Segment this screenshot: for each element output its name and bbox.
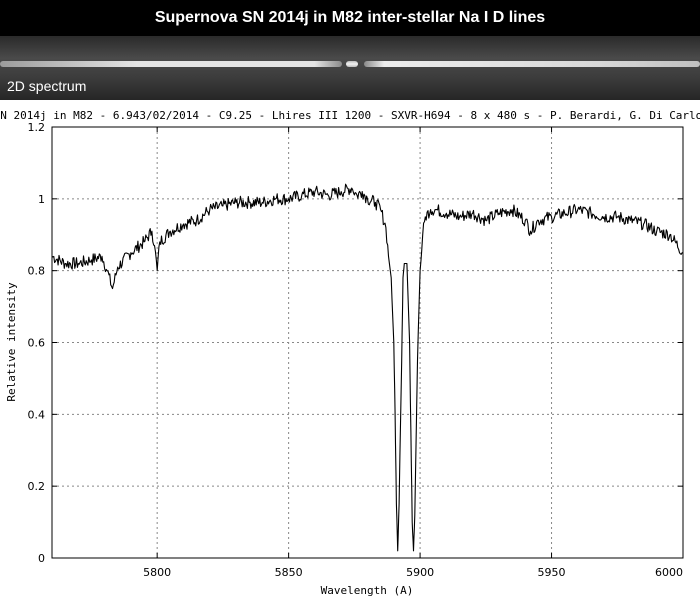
y-tick-label: 0.4: [28, 408, 46, 421]
chart-title: Supernova SN 2014j in M82 inter-stellar …: [0, 0, 700, 36]
spectrum-stripe: [0, 61, 342, 67]
x-tick-label: 5900: [406, 566, 434, 579]
y-tick-label: 0.2: [28, 480, 46, 493]
x-tick-label: 5800: [143, 566, 171, 579]
spectrum-chart: SN 2014j in M82 - 6.943/02/2014 - C9.25 …: [0, 109, 700, 597]
spectrum-stripe: [364, 61, 700, 67]
x-tick-label: 6000: [655, 566, 683, 579]
series-line: [51, 183, 684, 552]
x-tick-label: 5850: [275, 566, 303, 579]
y-tick-label: 0.8: [28, 265, 46, 278]
y-tick-label: 1: [38, 193, 45, 206]
y-tick-label: 1.2: [28, 121, 46, 134]
y-axis-label: Relative intensity: [5, 282, 18, 402]
y-tick-label: 0: [38, 552, 45, 565]
y-tick-label: 0.6: [28, 337, 46, 350]
x-axis-label: Wavelength (A): [321, 584, 414, 597]
x-tick-label: 5950: [538, 566, 566, 579]
grid: [52, 127, 683, 558]
spectrum-image-label: 2D spectrum: [7, 78, 87, 94]
spectrum-stripe: [346, 61, 358, 67]
spectrum-image: 2D spectrum: [0, 36, 700, 100]
chart-subtitle: SN 2014j in M82 - 6.943/02/2014 - C9.25 …: [0, 109, 700, 122]
axis-ticks: 0 0.2 0.4 0.6 0.8 1 1.2 5800 5850 5900 5950 6000: [28, 121, 684, 579]
